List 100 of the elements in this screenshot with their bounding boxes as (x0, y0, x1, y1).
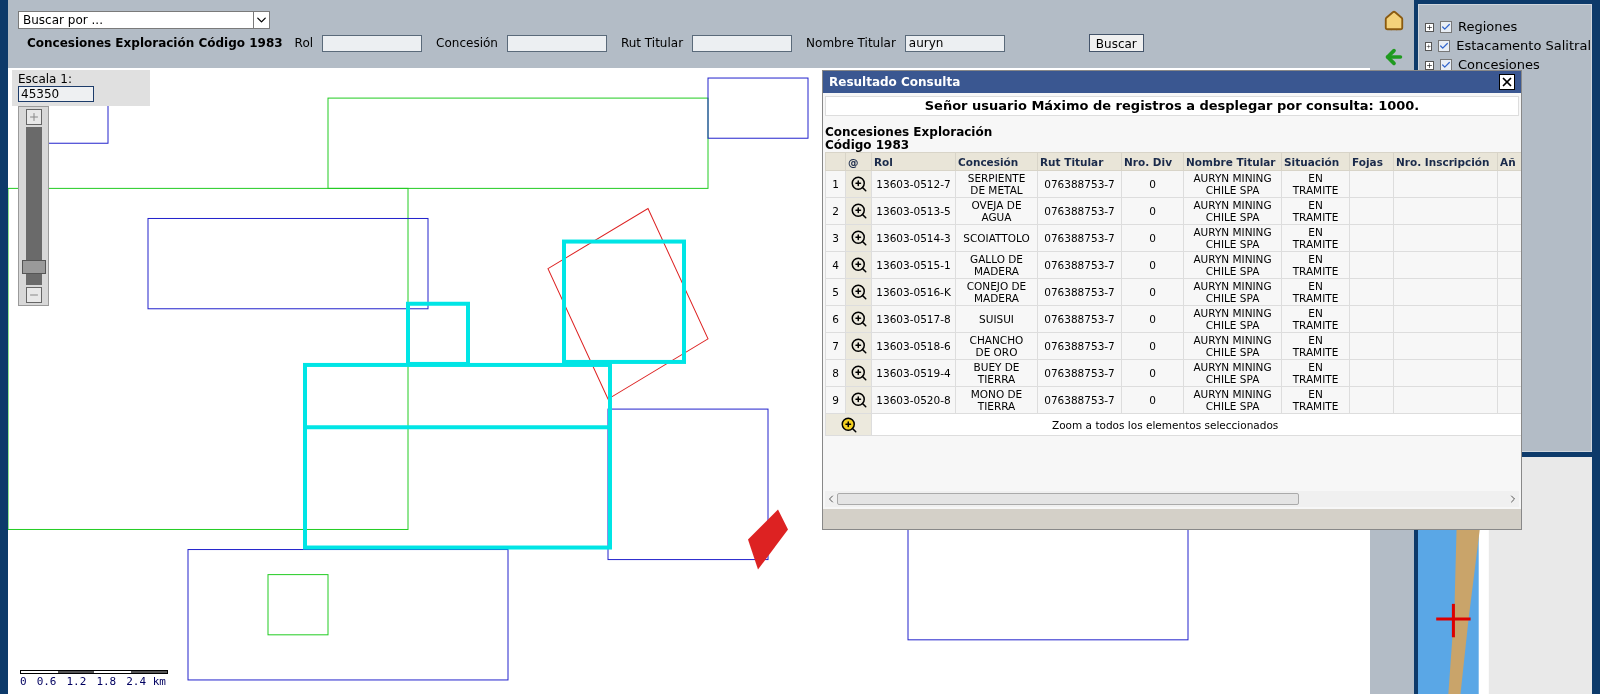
table-cell-text: 0 (1148, 286, 1157, 298)
zoom-out-button[interactable] (25, 287, 42, 303)
table-cell-text: SCOIATTOLO (962, 232, 1031, 244)
table-cell-text: AURYN MINING CHILE SPA (1192, 226, 1273, 250)
layer-label: Regiones (1458, 18, 1518, 37)
table-cell-text: 13603-0520-8 (875, 394, 952, 406)
table-cell-text: 076388753-7 (1043, 286, 1116, 298)
row-number: 5 (825, 278, 846, 306)
zoom-icon[interactable] (849, 364, 868, 382)
zoom-icon[interactable] (849, 283, 868, 301)
table-cell-text: EN TRAMITE (1291, 388, 1340, 412)
expand-icon[interactable] (1425, 60, 1434, 70)
table-cell-text: MONO DE TIERRA (969, 388, 1024, 412)
row-number: 4 (825, 251, 846, 279)
row-number: 7 (825, 332, 846, 360)
table-cell-text: CONEJO DE MADERA (965, 280, 1028, 304)
scale-tick-label: 0 (20, 673, 27, 690)
table-cell-text: 076388753-7 (1043, 340, 1116, 352)
column-header (825, 152, 846, 171)
table-cell-text: 13603-0514-3 (875, 232, 952, 244)
column-header: Concesión (955, 152, 1038, 171)
table-cell-text: EN TRAMITE (1291, 172, 1340, 196)
table-cell-text: EN TRAMITE (1291, 199, 1340, 223)
expand-icon[interactable] (1425, 41, 1433, 51)
zoom-icon[interactable] (849, 337, 868, 355)
text-field[interactable] (506, 34, 607, 52)
table-cell-text: 076388753-7 (1043, 313, 1116, 325)
table-cell-text: 076388753-7 (1043, 178, 1116, 190)
field-label: Concesión (436, 35, 498, 52)
row-number: 2 (825, 197, 846, 225)
zoom-icon[interactable] (849, 229, 868, 247)
search-dropdown[interactable]: Buscar por ... (18, 11, 270, 29)
table-cell-text: EN TRAMITE (1291, 226, 1340, 250)
caret-icon (253, 12, 269, 28)
table-cell-text: AURYN MINING CHILE SPA (1192, 253, 1273, 277)
zoom-handle[interactable] (21, 259, 46, 274)
table-cell-text: EN TRAMITE (1291, 280, 1340, 304)
layer-label: Estacamento Salitral (1456, 37, 1591, 56)
zoom-in-button[interactable] (25, 109, 42, 125)
section-title: Concesiones Exploración Código 1983 (27, 35, 283, 52)
expand-icon[interactable] (1425, 22, 1434, 32)
column-header: @ (845, 152, 872, 171)
table-cell-text: 076388753-7 (1043, 232, 1116, 244)
table-cell-text: AURYN MINING CHILE SPA (1192, 361, 1273, 385)
table-cell-text: AURYN MINING CHILE SPA (1192, 172, 1273, 196)
table-cell-text: AURYN MINING CHILE SPA (1192, 199, 1273, 223)
table-cell-text: OVEJA DE AGUA (970, 199, 1023, 223)
scale-field[interactable]: 45350 (18, 86, 94, 102)
dialog-title: Resultado Consulta (829, 74, 961, 91)
scale-tick-label: 0.6 (36, 673, 57, 690)
zoom-icon[interactable] (849, 391, 868, 409)
table-cell-text: 13603-0519-4 (875, 367, 952, 379)
text-field[interactable]: auryn (904, 34, 1005, 52)
table-cell-text: EN TRAMITE (1291, 307, 1340, 331)
column-header: Añ (1497, 152, 1521, 171)
table-cell-text: 13603-0517-8 (875, 313, 952, 325)
column-header: Nombre Titular (1183, 152, 1282, 171)
row-number: 1 (825, 170, 846, 198)
row-number: 8 (825, 359, 846, 387)
table-cell-text: AURYN MINING CHILE SPA (1192, 307, 1273, 331)
table-cell-text: 13603-0518-6 (875, 340, 952, 352)
table-cell-text: 076388753-7 (1043, 394, 1116, 406)
zoom-all-link[interactable]: Zoom a todos los elementos seleccionados (1052, 418, 1279, 431)
layer-checkbox[interactable] (1440, 21, 1452, 33)
text-field[interactable] (692, 34, 793, 52)
table-cell-text: 0 (1148, 340, 1157, 352)
field-label: Rol (294, 35, 314, 52)
close-button[interactable] (1499, 74, 1515, 90)
layer-checkbox[interactable] (1438, 40, 1451, 52)
search-button[interactable]: Buscar (1088, 34, 1144, 52)
scale-tick-label: 1.8 (96, 673, 117, 690)
table-cell-text: 0 (1148, 367, 1157, 379)
table-cell-text: 0 (1148, 259, 1157, 271)
row-number: 6 (825, 305, 846, 333)
table-cell-text: EN TRAMITE (1291, 361, 1340, 385)
zoom-icon[interactable] (849, 175, 868, 193)
column-header: Fojas (1349, 152, 1394, 171)
text-field[interactable] (322, 34, 423, 52)
table-cell-text: 076388753-7 (1043, 205, 1116, 217)
zoom-all-icon[interactable] (839, 415, 858, 434)
table-cell-text: 0 (1148, 313, 1157, 325)
zoom-icon[interactable] (849, 310, 868, 328)
field-label: Nombre Titular (806, 35, 896, 52)
table-cell-text: 13603-0512-7 (875, 178, 952, 190)
layer-checkbox[interactable] (1440, 59, 1452, 71)
column-header: Rol (871, 152, 956, 171)
zoom-icon[interactable] (849, 256, 868, 274)
row-number: 9 (825, 386, 846, 414)
home-icon[interactable] (1382, 10, 1406, 32)
table-cell-text: AURYN MINING CHILE SPA (1192, 334, 1273, 358)
notice-banner: Señor usuario Máximo de registros a desplegar por consulta: 1000. (825, 96, 1519, 116)
table-cell-text: 0 (1148, 232, 1157, 244)
table-cell-text: 13603-0516-K (875, 286, 952, 298)
column-header: Situación (1281, 152, 1350, 171)
table-cell-text: AURYN MINING CHILE SPA (1192, 388, 1273, 412)
scale-label: Escala 1: (18, 72, 73, 86)
zoom-icon[interactable] (849, 202, 868, 220)
table-cell-text: BUEY DE TIERRA (972, 361, 1021, 385)
table-cell-text: 13603-0515-1 (875, 259, 952, 271)
table-cell-text: GALLO DE MADERA (969, 253, 1024, 277)
